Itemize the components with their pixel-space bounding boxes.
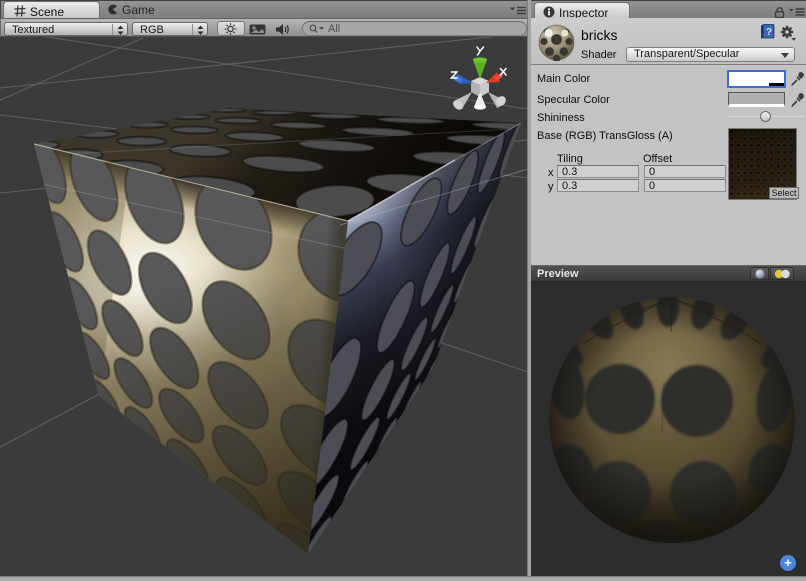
svg-text:?: ? — [766, 27, 772, 38]
